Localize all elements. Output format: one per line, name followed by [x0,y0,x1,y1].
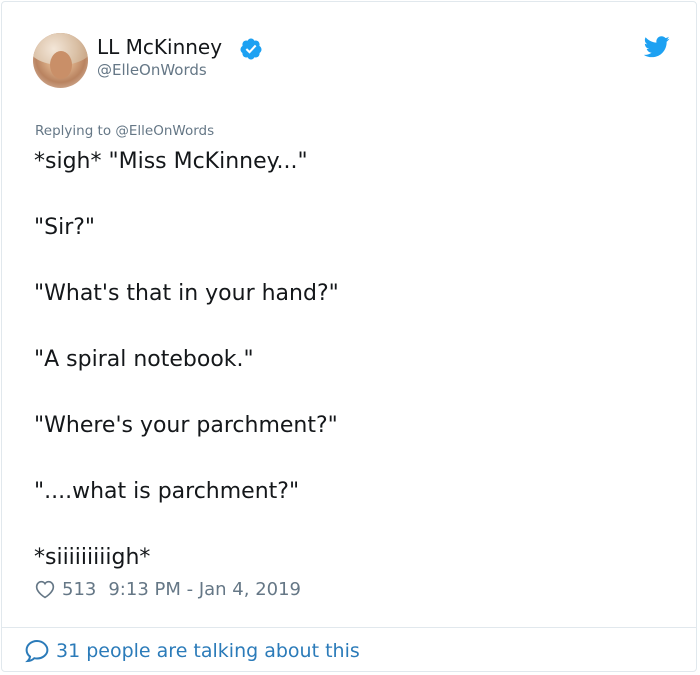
avatar[interactable] [33,33,88,88]
talking-about-label[interactable]: 31 people are talking about this [56,640,360,662]
tweet-card: LL McKinney @ElleOnWords Replying to @El… [1,1,697,672]
tweet-line: "What's that in your hand?" [34,281,339,306]
tweet-line: "....what is parchment?" [34,479,300,504]
heart-icon[interactable] [34,579,56,599]
tweet-line: *sigh* "Miss McKinney..." [34,149,308,174]
talking-about-link[interactable]: 31 people are talking about this [24,638,360,664]
tweet-line: "Sir?" [34,215,96,240]
tweet-timestamp[interactable]: 9:13 PM - Jan 4, 2019 [108,579,301,600]
tweet-line: *siiiiiiiiigh* [34,545,151,570]
verified-badge-icon [240,38,262,60]
tweet-line: "Where's your parchment?" [34,413,338,438]
twitter-bird-icon[interactable] [644,36,670,58]
replying-to-label[interactable]: Replying to @ElleOnWords [35,123,214,139]
tweet-text: *sigh* "Miss McKinney..." "Sir?" "What's… [34,145,674,574]
divider [2,627,696,628]
author-handle[interactable]: @ElleOnWords [97,61,207,79]
like-count[interactable]: 513 [62,579,96,600]
speech-bubble-icon [25,639,49,663]
tweet-meta: 513 9:13 PM - Jan 4, 2019 [34,576,301,602]
author-display-name[interactable]: LL McKinney [97,35,222,59]
tweet-line: "A spiral notebook." [34,347,254,372]
